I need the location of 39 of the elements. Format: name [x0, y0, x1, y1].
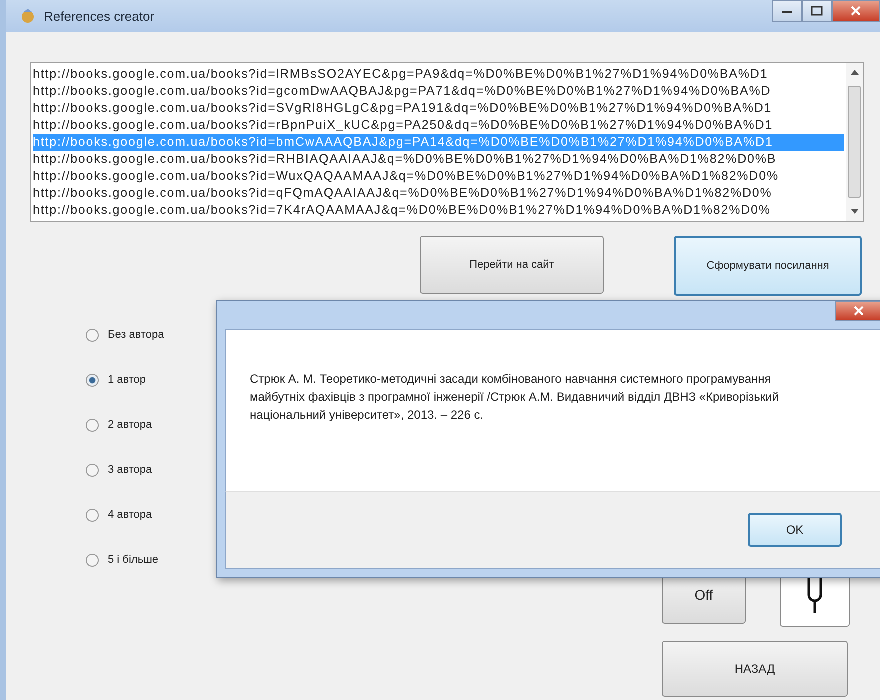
scroll-down-icon[interactable] [850, 209, 858, 215]
radio-label[interactable]: 2 автора [108, 419, 152, 431]
radio-button[interactable] [86, 418, 99, 432]
radio-button[interactable] [86, 328, 99, 342]
url-item[interactable]: http://books.google.com.ua/books?id=qFQmAQAAIAAJ&q=%D0%BE%D0%B1%27%D1%94%D0%BA%D1%82%D0% [33, 185, 844, 202]
url-item[interactable]: http://books.google.com.ua/books?id=7K4rAQAAMAAJ&q=%D0%BE%D0%B1%27%D1%94%D0%BA%D1%82%D0% [33, 202, 844, 219]
radio-label[interactable]: 1 автор [108, 374, 146, 386]
go-to-site-button[interactable]: Перейти на сайт [420, 236, 604, 294]
back-button[interactable]: НАЗАД [662, 641, 848, 697]
radio-button[interactable] [86, 374, 99, 386]
radio-label[interactable]: 3 автора [108, 464, 152, 476]
app-icon [20, 8, 36, 24]
maximize-button[interactable] [802, 0, 832, 22]
create-references-button[interactable]: Сформувати посилання [674, 236, 862, 296]
url-item[interactable]: http://books.google.com.ua/books?id=lRMBsSO2AYEC&pg=PA9&dq=%D0%BE%D0%B1%27%D1%94%D0%BA%D1 [33, 66, 844, 83]
radio-label[interactable]: 4 автора [108, 509, 152, 521]
scroll-thumb[interactable] [848, 86, 861, 198]
ok-button[interactable]: OK [748, 513, 842, 547]
url-item[interactable]: http://books.google.com.ua/books?id=gcomDwAAQBAJ&pg=PA71&dq=%D0%BE%D0%B1%27%D1%94%D0%BA%D [33, 83, 844, 100]
minimize-button[interactable] [772, 0, 802, 22]
minimize-icon [781, 8, 793, 14]
window-title: References creator [44, 8, 155, 24]
url-item[interactable]: http://books.google.com.ua/books?id=rBpnPuiX_kUC&pg=PA250&dq=%D0%BE%D0%B1%27%D1%94%D0%BA%D1 [33, 117, 844, 134]
url-item[interactable]: http://books.google.com.ua/books?id=WuxQAQAAMAAJ&q=%D0%BE%D0%B1%27%D1%94%D0%BA%D1%82%D0% [33, 168, 844, 185]
close-icon [853, 306, 865, 316]
reference-message: Стрюк А. М. Теоретико-методичні засади комбінованого навчання системного програмування майбутніх фахівців з програмної інженерії /Стрюк А.М. Видавничий відділ ДВНЗ «Криворізький національний університет», 2013. – 226 с. [250, 371, 780, 424]
radio-label[interactable]: Без автора [108, 329, 164, 341]
radio-label[interactable]: 5 і більше [108, 554, 159, 566]
close-button[interactable] [835, 301, 880, 321]
radio-button[interactable] [86, 508, 99, 522]
close-button[interactable] [832, 0, 880, 22]
url-item[interactable]: http://books.google.com.ua/books?id=RHBIAQAAIAAJ&q=%D0%BE%D0%B1%27%D1%94%D0%BA%D1%82%D0%B [33, 151, 844, 168]
radio-button[interactable] [86, 464, 99, 476]
close-icon [850, 6, 862, 16]
radio-button[interactable] [86, 554, 99, 566]
scrollbar[interactable] [846, 63, 863, 221]
url-item[interactable]: http://books.google.com.ua/books?id=SVgRl8HGLgC&pg=PA191&dq=%D0%BE%D0%B1%27%D1%94%D0%BA%D1 [33, 100, 844, 117]
scroll-up-icon[interactable] [850, 69, 858, 75]
maximize-icon [811, 6, 823, 16]
